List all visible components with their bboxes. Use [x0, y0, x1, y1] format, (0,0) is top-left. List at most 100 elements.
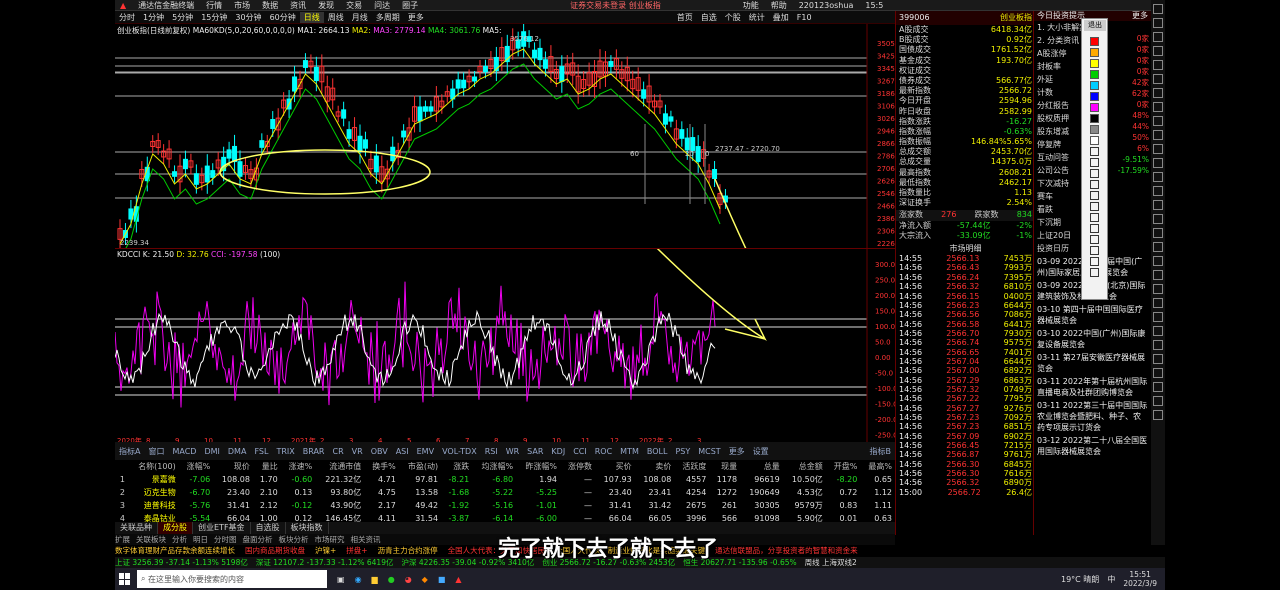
draw-tool-icon[interactable]	[1090, 268, 1099, 277]
indicator-tab[interactable]: CCI	[569, 447, 591, 456]
indicator-tab[interactable]: OBV	[367, 447, 392, 456]
tool-button[interactable]: 首页	[673, 12, 697, 23]
menu-item[interactable]: 帮助	[766, 0, 792, 10]
period-button[interactable]: 15分钟	[197, 12, 231, 23]
column-header[interactable]: 流通市值	[315, 460, 364, 473]
menu-item[interactable]: 问达	[369, 0, 395, 10]
column-header[interactable]: 昨涨幅%	[516, 460, 560, 473]
ticker-item[interactable]: 沪镍+	[315, 545, 336, 557]
period-button[interactable]: 1分钟	[139, 12, 168, 23]
sub-tab[interactable]: 分析	[172, 534, 187, 545]
ticker-item[interactable]: 拼盘+	[346, 545, 367, 557]
indicator-tab[interactable]: MTM	[616, 447, 643, 456]
indicator-tab-b[interactable]: 指标B	[866, 446, 896, 457]
news-item[interactable]: 03-11 第27届安徽医疗器械展览会	[1034, 351, 1151, 375]
color-swatch[interactable]	[1090, 70, 1099, 79]
column-header[interactable]: 量比	[253, 460, 281, 473]
column-header[interactable]: 涨幅%	[179, 460, 214, 473]
sidebar-tool-icon[interactable]	[1153, 186, 1163, 196]
taskbar-search[interactable]: ⌕ 在这里输入你要搜索的内容	[137, 570, 327, 588]
sub-tab[interactable]: 板块分析	[279, 534, 309, 545]
sidebar-tool-icon[interactable]	[1153, 284, 1163, 294]
bottom-tab[interactable]: 自选股	[251, 522, 286, 534]
indicator-tab[interactable]: ROC	[591, 447, 616, 456]
sidebar-tool-icon[interactable]	[1153, 46, 1163, 56]
sidebar-tool-icon[interactable]	[1153, 18, 1163, 28]
menu-item[interactable]: 功能	[738, 0, 764, 10]
column-header[interactable]: 活跃度	[674, 460, 709, 473]
sidebar-tool-icon[interactable]	[1153, 172, 1163, 182]
sub-tab[interactable]: 明日	[193, 534, 208, 545]
column-header[interactable]	[115, 460, 128, 473]
sidebar-tool-icon[interactable]	[1153, 102, 1163, 112]
indicator-tab[interactable]: BRAR	[299, 447, 329, 456]
bottom-tab[interactable]: 创业ETF基金	[193, 522, 251, 534]
news-item[interactable]: 03-11 2022第三十届中国国际农业博览会暨肥料、种子、农药专项展示订货会	[1034, 399, 1151, 434]
indicator-tab[interactable]: PSY	[671, 447, 694, 456]
sub-tab[interactable]: 盘面分析	[243, 534, 273, 545]
login-notice[interactable]: 证券交易未登录 创业板指	[565, 0, 666, 10]
sidebar-tool-icon[interactable]	[1153, 144, 1163, 154]
tool-button[interactable]: 统计	[745, 12, 769, 23]
sidebar-tool-icon[interactable]	[1153, 340, 1163, 350]
period-button[interactable]: 60分钟	[266, 12, 300, 23]
indicator-tab[interactable]: SAR	[523, 447, 547, 456]
column-header[interactable]: 换手%	[364, 460, 399, 473]
menu-item[interactable]: 交易	[341, 0, 367, 10]
menu-item[interactable]: 行情	[201, 0, 227, 10]
sidebar-tool-icon[interactable]	[1153, 116, 1163, 126]
column-header[interactable]: 现量	[709, 460, 740, 473]
period-button[interactable]: 分时	[115, 12, 139, 23]
sidebar-tool-icon[interactable]	[1153, 354, 1163, 364]
draw-tool-icon[interactable]	[1090, 158, 1099, 167]
draw-tool-icon[interactable]	[1090, 202, 1099, 211]
color-swatch[interactable]	[1090, 125, 1099, 134]
indicator-tab[interactable]: EMV	[413, 447, 438, 456]
draw-tool-icon[interactable]	[1090, 191, 1099, 200]
main-kline-chart[interactable]: 创业板指(日线前复权) MA60KD(5,0,20,60,0,0,0,0) MA…	[115, 24, 895, 250]
indicator-tab[interactable]: 指标A	[115, 446, 144, 457]
sidebar-tool-icon[interactable]	[1153, 214, 1163, 224]
indicator-tab[interactable]: BOLL	[643, 447, 672, 456]
wechat-icon[interactable]: ●	[388, 575, 395, 584]
app-icon[interactable]: ■	[438, 575, 446, 584]
table-row[interactable]: 1 景嘉微 -7.06 108.08 1.70 -0.60 221.32亿 4.71 97.81…	[115, 473, 895, 486]
news-item[interactable]: 03-10 2022中国(广州)国际康复设备展览会	[1034, 327, 1151, 351]
indicator-tab[interactable]: 设置	[749, 446, 773, 457]
column-header[interactable]: 总量	[740, 460, 783, 473]
indicator-tab[interactable]: MCST	[694, 447, 724, 456]
sidebar-tool-icon[interactable]	[1153, 200, 1163, 210]
color-swatch[interactable]	[1090, 114, 1099, 123]
column-header[interactable]: 现价	[213, 460, 253, 473]
draw-tool-icon[interactable]	[1090, 147, 1099, 156]
menu-item[interactable]: 资讯	[285, 0, 311, 10]
table-row[interactable]: 2 迈克生物 -6.70 23.40 2.10 0.13 93.80亿 4.75 13.58 -1…	[115, 486, 895, 499]
app-icon[interactable]: ◆	[422, 575, 428, 584]
sub-tab[interactable]: 分时图	[214, 534, 237, 545]
draw-tool-icon[interactable]	[1090, 180, 1099, 189]
draw-tool-icon[interactable]	[1090, 169, 1099, 178]
folder-icon[interactable]: ▆	[372, 575, 378, 584]
period-button[interactable]: 多周期	[372, 12, 404, 23]
sidebar-tool-icon[interactable]	[1153, 74, 1163, 84]
menu-item[interactable]: 数据	[257, 0, 283, 10]
indicator-tab[interactable]: CR	[329, 447, 348, 456]
indicator-tab[interactable]: VOL-TDX	[438, 447, 481, 456]
sidebar-tool-icon[interactable]	[1153, 158, 1163, 168]
sidebar-tool-icon[interactable]	[1153, 312, 1163, 322]
column-header[interactable]: 卖价	[635, 460, 675, 473]
sidebar-tool-icon[interactable]	[1153, 298, 1163, 308]
news-item[interactable]: 03-11 2022年第十届杭州国际直播电商及社群团购博览会	[1034, 375, 1151, 399]
tool-button[interactable]: 个股	[721, 12, 745, 23]
sidebar-tool-icon[interactable]	[1153, 270, 1163, 280]
indicator-tab[interactable]: DMA	[224, 447, 251, 456]
column-header[interactable]: 最高%	[860, 460, 895, 473]
sidebar-tool-icon[interactable]	[1153, 228, 1163, 238]
color-swatch[interactable]	[1090, 59, 1099, 68]
table-row[interactable]: 3 迪普科技 -5.76 31.41 2.12 -0.12 43.90亿 2.17 49.42-…	[115, 499, 895, 512]
start-icon[interactable]	[119, 573, 131, 585]
news-item[interactable]: 03-10 第四十届中国国际医疗器械展览会	[1034, 303, 1151, 327]
close-button[interactable]: 退出	[1084, 20, 1106, 31]
sidebar-tool-icon[interactable]	[1153, 88, 1163, 98]
draw-tool-icon[interactable]	[1090, 257, 1099, 266]
